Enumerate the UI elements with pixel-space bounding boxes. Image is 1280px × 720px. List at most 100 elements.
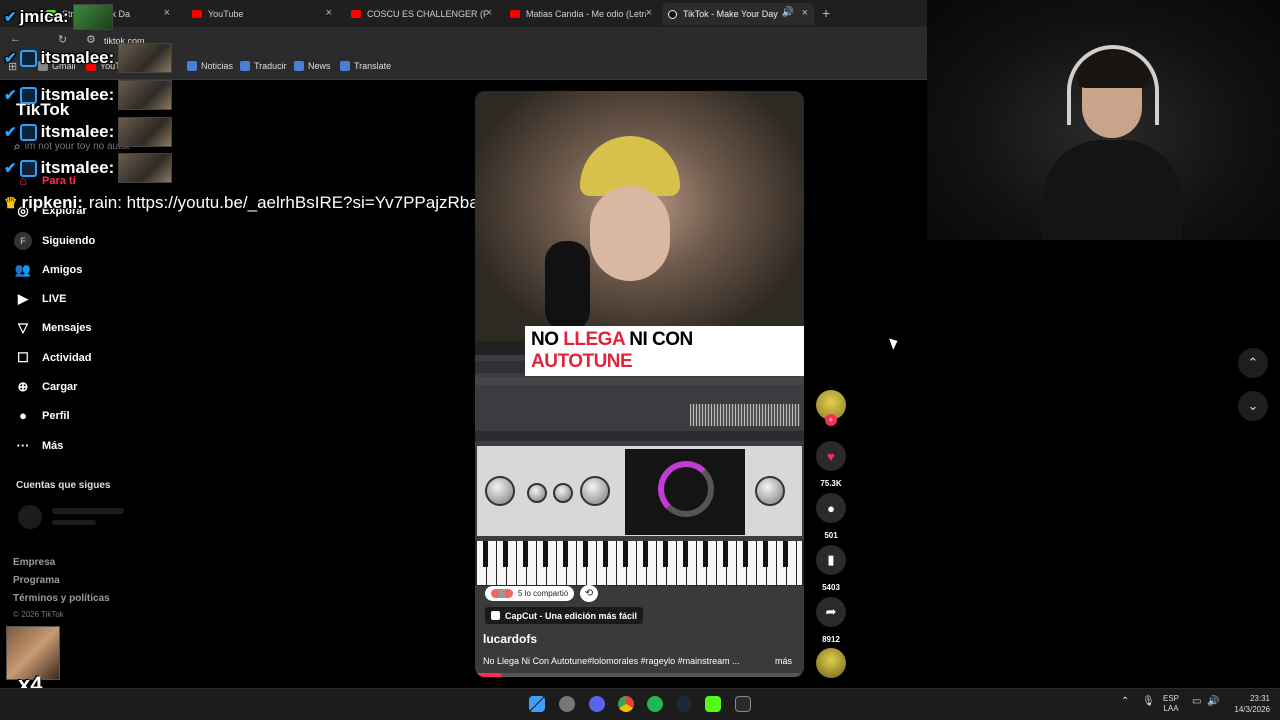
sidebar-item-live[interactable]: ▶ LIVE — [14, 291, 66, 307]
share-count: 8912 — [822, 635, 840, 644]
bookmark-translate[interactable]: Translate — [340, 61, 391, 71]
chat-username: itsmalee: — [40, 85, 115, 104]
video-player[interactable]: NO LLEGA NI CON AUTOTUNE 5 lo compartió … — [475, 91, 804, 677]
clock-time: 23:31 — [1249, 694, 1270, 703]
sidebar-item-mas[interactable]: ··· Más — [14, 438, 64, 453]
microphone — [545, 241, 590, 331]
chat-username: ripkeni: — [21, 193, 83, 212]
skeleton-line — [52, 508, 124, 514]
video-author[interactable]: lucardofs — [483, 632, 537, 646]
tab-tiktok[interactable]: TikTok - Make Your Day 🔊 × — [662, 3, 814, 25]
news-icon — [187, 61, 197, 71]
video-caption: NO LLEGA NI CON AUTOTUNE — [525, 326, 804, 376]
sidebar-item-actividad[interactable]: ☐ Actividad — [14, 350, 91, 366]
comment-button[interactable]: ● 501 — [816, 493, 846, 540]
translate-icon — [240, 61, 250, 71]
bookmark-news[interactable]: News — [294, 61, 331, 71]
new-tab-button[interactable]: + — [822, 5, 830, 21]
daw-track — [475, 431, 804, 441]
repost-icon[interactable]: ⟲ — [580, 585, 598, 602]
save-count: 5403 — [822, 583, 840, 592]
windows-start-icon[interactable] — [529, 696, 545, 712]
like-count: 75.3K — [820, 479, 842, 488]
see-more-link[interactable]: más — [775, 656, 792, 666]
singer-face — [590, 186, 670, 281]
crown-badge-icon: ♛ — [4, 195, 18, 212]
chat-emote — [118, 153, 173, 183]
bookmark-traducir[interactable]: Traducir — [240, 61, 287, 71]
comment-count: 501 — [824, 531, 838, 540]
clock-date: 14/3/2026 — [1234, 705, 1270, 714]
microphone-icon[interactable]: 🎙 — [1142, 697, 1155, 707]
youtube-favicon-icon — [510, 10, 520, 18]
upload-icon: ⊕ — [17, 379, 29, 394]
chat-emote — [118, 43, 173, 73]
tab-close-icon[interactable]: × — [486, 7, 492, 19]
tab-coscu[interactable]: COSCU ES CHALLENGER (FESTI × — [345, 3, 498, 25]
chevron-up-icon: ⌃ — [1247, 355, 1259, 370]
epic-games-icon[interactable] — [735, 696, 751, 712]
spotify-icon[interactable] — [647, 696, 663, 712]
sidebar-item-mensajes[interactable]: ▽ Mensajes — [14, 320, 92, 336]
sidebar-item-amigos[interactable]: 👥 Amigos — [14, 262, 82, 278]
share-icon: ➦ — [816, 597, 846, 627]
music-disc-icon[interactable] — [816, 648, 846, 678]
tab-matias-candia[interactable]: Matias Candia - Me odio (Letra × — [504, 3, 658, 25]
discord-icon[interactable] — [589, 696, 605, 712]
creator-avatar[interactable]: + — [816, 390, 846, 426]
like-button[interactable]: ♥ 75.3K — [816, 441, 846, 488]
footer-link-programa[interactable]: Programa — [13, 575, 60, 586]
webcam-overlay — [927, 0, 1280, 240]
piano-black-keys — [477, 541, 802, 567]
tolerance-knob — [553, 483, 573, 503]
verified-badge-icon: ✔ — [4, 124, 17, 141]
tiktok-favicon-icon — [668, 9, 677, 19]
skeleton-avatar — [18, 505, 42, 529]
chat-username: itsmalee: — [40, 158, 115, 177]
sidebar-item-perfil[interactable]: ● Perfil — [14, 408, 69, 423]
shared-by-pill[interactable]: 5 lo compartió — [485, 586, 575, 601]
save-button[interactable]: ▮ 5403 — [816, 545, 846, 592]
translate-icon — [340, 61, 350, 71]
more-icon: ··· — [16, 438, 30, 453]
bookmark-noticias[interactable]: Noticias — [187, 61, 233, 71]
tab-close-icon[interactable]: × — [646, 7, 652, 19]
chat-emote — [118, 117, 173, 147]
speaker-icon[interactable]: 🔊 — [782, 7, 794, 18]
previous-video-button[interactable]: ⌃ — [1238, 348, 1268, 378]
network-icon[interactable]: ▭ — [1192, 697, 1201, 707]
chat-username: itsmalee: — [40, 48, 115, 67]
app-icon[interactable] — [559, 696, 575, 712]
following-avatar-icon: F — [14, 232, 32, 250]
footer-link-terminos[interactable]: Términos y políticas — [13, 593, 110, 604]
tray-chevron-up-icon[interactable]: ⌃ — [1121, 697, 1129, 707]
volume-icon[interactable]: 🔊 — [1207, 697, 1219, 707]
sidebar-item-cargar[interactable]: ⊕ Cargar — [14, 379, 78, 395]
tab-label: YouTube — [208, 9, 244, 19]
steam-icon[interactable] — [676, 696, 692, 712]
video-progress-bar[interactable] — [475, 673, 804, 677]
tab-close-icon[interactable]: × — [802, 7, 808, 19]
mouse-cursor-icon — [889, 336, 900, 350]
chrome-icon[interactable] — [618, 696, 634, 712]
tab-close-icon[interactable]: × — [326, 7, 332, 19]
streamer-body — [1042, 140, 1182, 240]
subscriber-badge-icon — [19, 123, 37, 141]
subscriber-badge-icon — [19, 159, 37, 177]
sidebar-item-siguiendo[interactable]: F Siguiendo — [14, 232, 95, 250]
tab-youtube[interactable]: YouTube × — [186, 3, 338, 25]
language-indicator[interactable]: ESP LAA — [1163, 694, 1179, 714]
skeleton-line — [52, 520, 96, 525]
tab-close-icon[interactable]: × — [164, 7, 170, 19]
footer-link-empresa[interactable]: Empresa — [13, 557, 55, 568]
bookmark-icon: ▮ — [816, 545, 846, 575]
share-button[interactable]: ➦ 8912 — [816, 597, 846, 644]
chat-message: ✔ itsmalee: — [4, 117, 173, 147]
follow-plus-icon[interactable]: + — [825, 414, 837, 426]
kick-icon[interactable] — [705, 696, 721, 712]
system-clock[interactable]: 23:31 14/3/2026 — [1226, 693, 1270, 715]
chat-message: ✔ itsmalee: — [4, 80, 173, 110]
capcut-link[interactable]: CapCut - Una edición más fácil — [485, 607, 644, 624]
next-video-button[interactable]: ⌄ — [1238, 391, 1268, 421]
chevron-down-icon: ⌄ — [1247, 398, 1259, 413]
